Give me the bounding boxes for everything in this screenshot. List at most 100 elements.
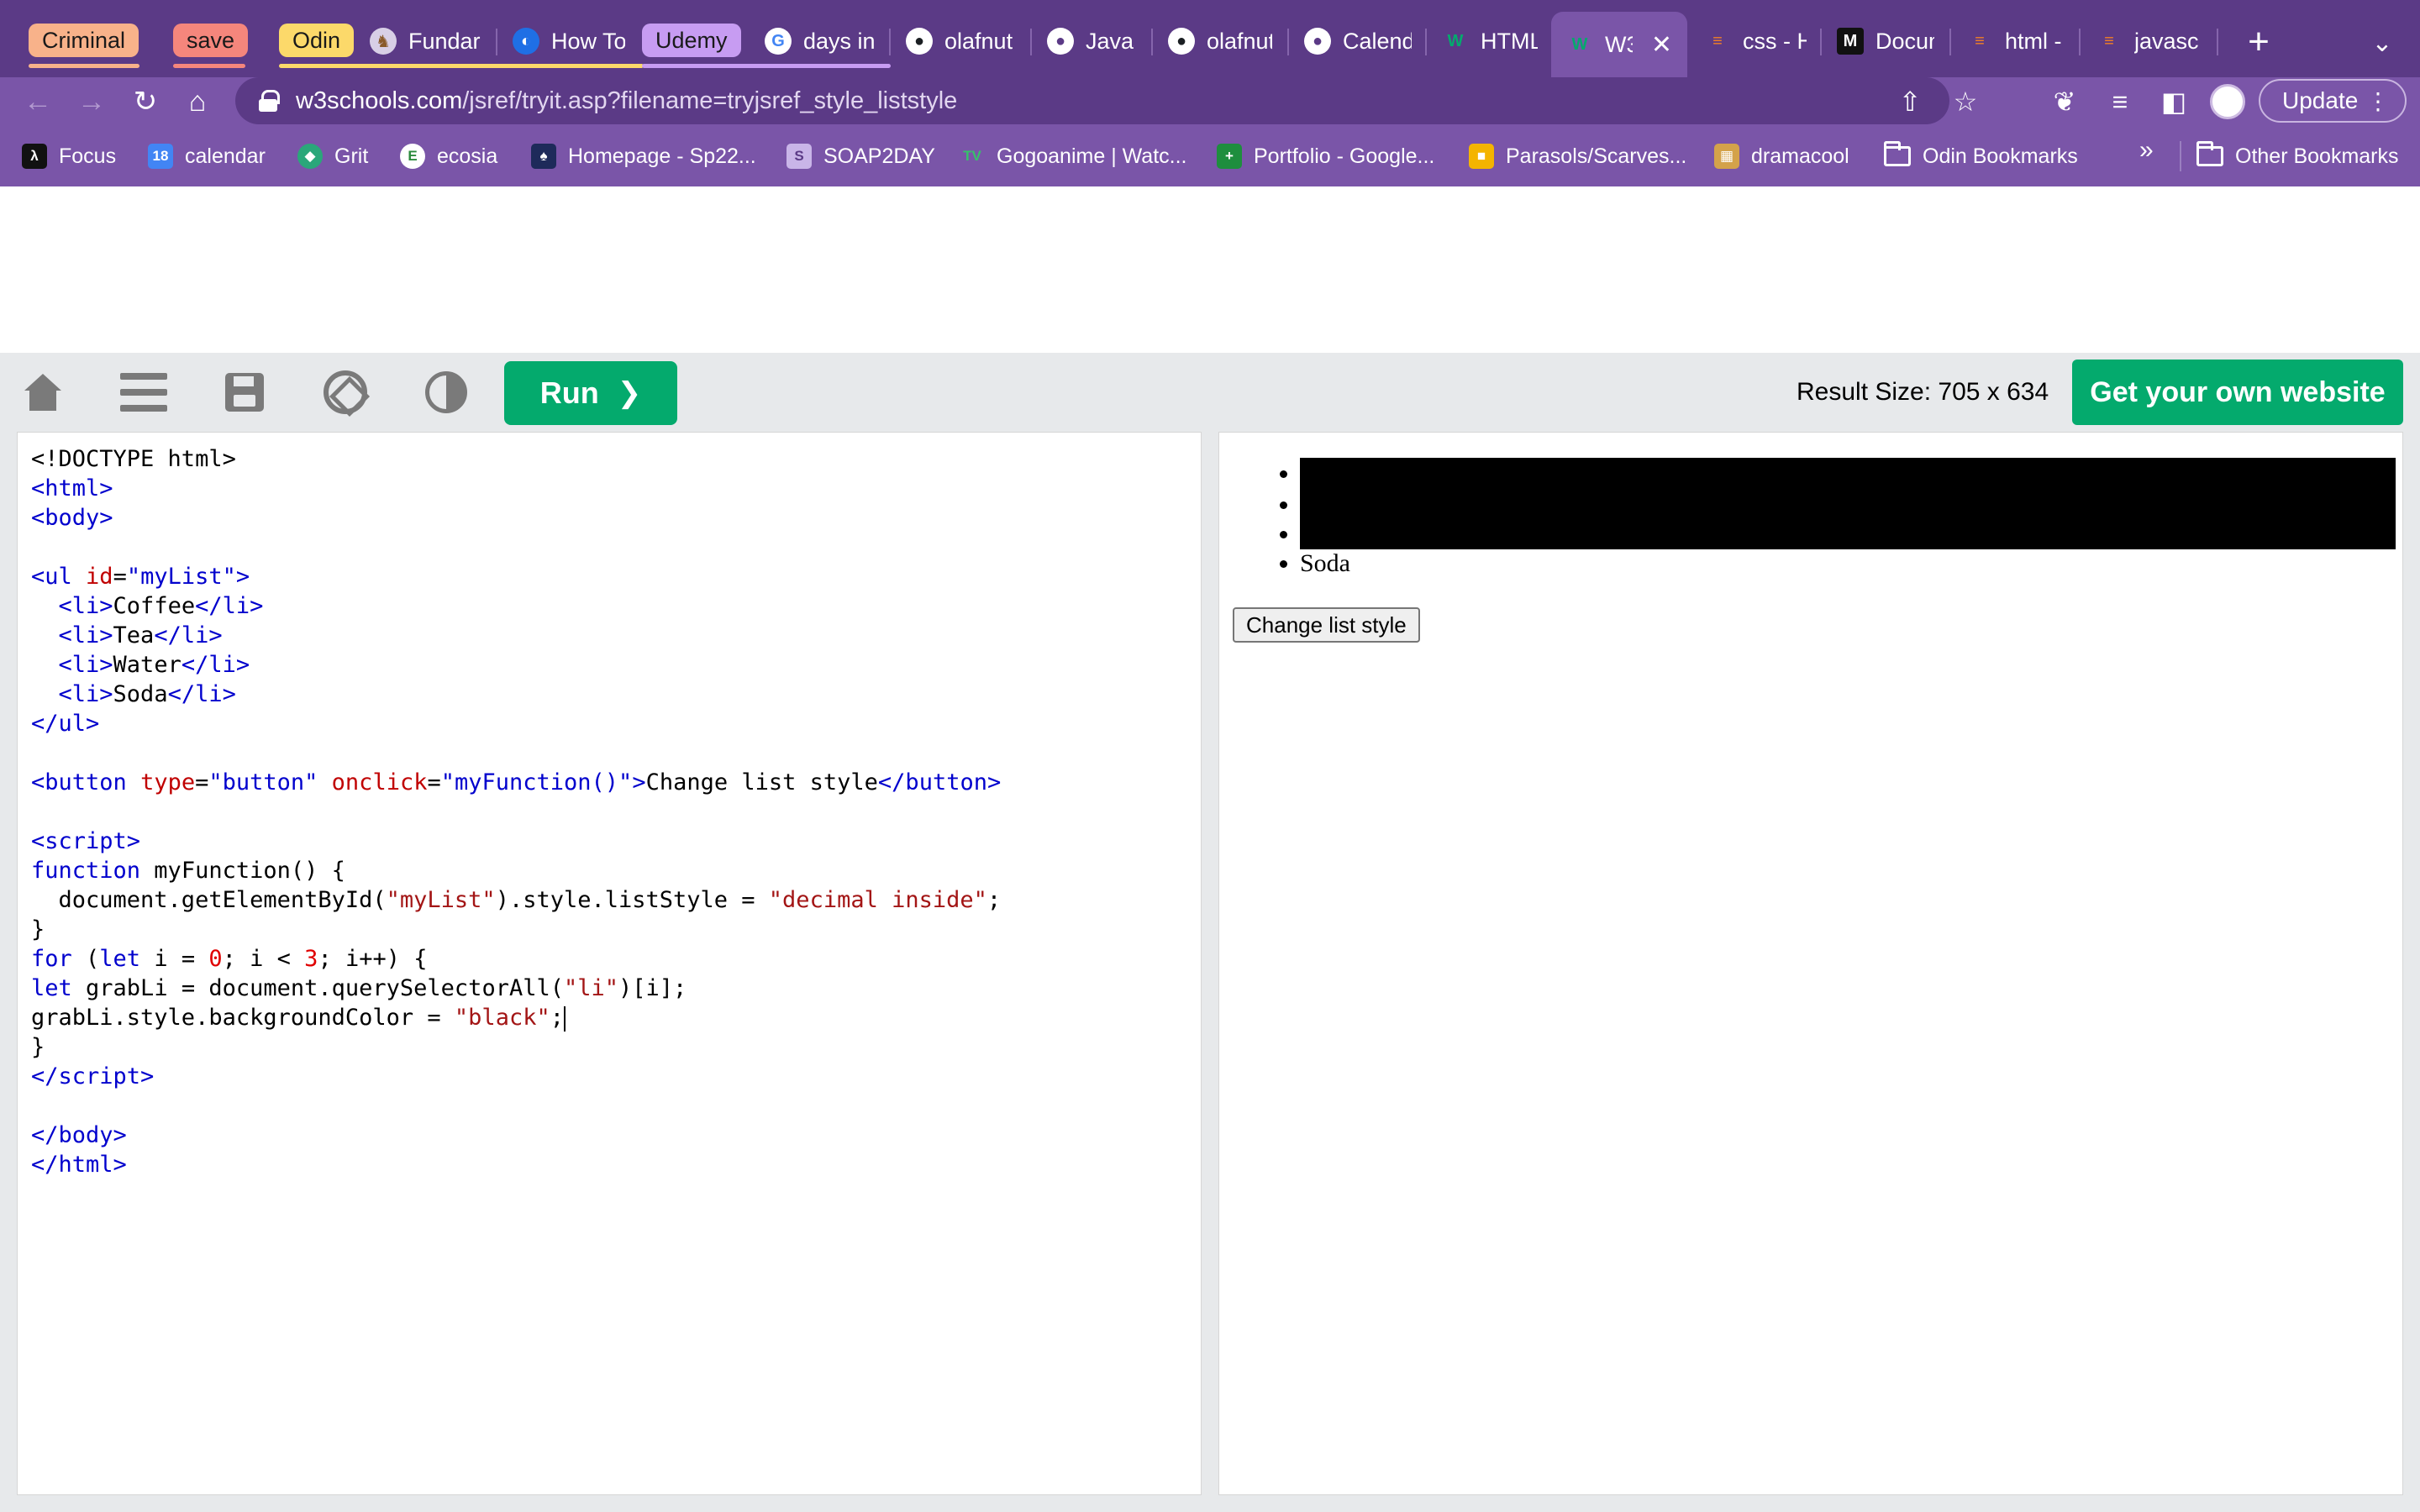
bookmark-folder-other[interactable]: Other Bookmarks [2196, 139, 2399, 173]
tab-docum[interactable]: M Docum [1822, 17, 1949, 66]
address-bar[interactable]: w3schools.com/jsref/tryit.asp?filename=t… [235, 77, 1977, 124]
reading-list-button[interactable]: ≡ [2099, 81, 2141, 123]
bookmark-portfolio[interactable]: + Portfolio - Google... [1217, 139, 1434, 173]
update-button[interactable]: Update ⋮ [2259, 79, 2407, 123]
forward-button[interactable]: → [71, 81, 113, 123]
code-line: grabLi.style.backgroundColor = "black"; [31, 1005, 566, 1032]
extensions-button[interactable]: ❦ [2044, 81, 2086, 123]
rotate-layout-button[interactable] [319, 366, 371, 418]
bookmark-ecosia[interactable]: E ecosia [400, 139, 497, 173]
tab-title: css - H [1743, 28, 1807, 54]
list-item-coffee: Coffee [1300, 458, 2396, 491]
tab-github-olafnut[interactable]: ● olafnut [891, 17, 1032, 66]
change-list-style-button[interactable]: Change list style [1233, 607, 1420, 643]
reload-button[interactable]: ↻ [124, 81, 166, 123]
bookmark-label: Grit [334, 144, 369, 168]
bookmark-label: calendar [185, 144, 266, 168]
tab-css[interactable]: ≡ css - H [1689, 17, 1822, 66]
tab-group-udemy[interactable]: Udemy [642, 24, 741, 57]
tab-days-in[interactable]: G days in [750, 17, 891, 66]
bookmark-focus[interactable]: λ Focus [22, 139, 116, 173]
folder-icon [1884, 141, 1911, 166]
code-line: } [31, 916, 45, 942]
bookmark-label: ecosia [437, 144, 498, 168]
google-sheets-icon: + [1217, 144, 1242, 169]
bookmark-gogoanime[interactable]: TV Gogoanime | Watc... [960, 139, 1186, 173]
tab-how-to[interactable]: ◐ How To [497, 17, 640, 66]
tab-group-odin[interactable]: Odin [279, 24, 355, 57]
home-button[interactable] [17, 366, 69, 418]
code-content[interactable]: <!DOCTYPE html> <html> <body> <ul id="myLi… [31, 444, 1001, 1179]
bookmark-label: Portfolio - Google... [1254, 144, 1435, 168]
menu-button[interactable] [118, 366, 170, 418]
digitalocean-icon: ◐ [513, 28, 539, 55]
bookmark-grit[interactable]: ◆ Grit [297, 139, 368, 173]
tab-search-button[interactable]: ⌄ [2361, 22, 2403, 64]
get-your-own-website-button[interactable]: Get your own website [2072, 360, 2403, 425]
back-button[interactable]: ← [17, 81, 59, 123]
code-line: <button type="button" onclick="myFunctio… [31, 769, 1002, 795]
code-line: for (let i = 0; i < 3; i++) { [31, 946, 428, 972]
code-line: } [31, 1034, 45, 1060]
list-item-water: Water [1300, 518, 2396, 549]
tab-title: W3 [1605, 31, 1633, 57]
github-icon: ● [906, 28, 933, 55]
bookmark-parasols[interactable]: ■ Parasols/Scarves... [1469, 139, 1686, 173]
tab-group-save[interactable]: save [173, 24, 249, 57]
arrow-left-icon: ← [24, 85, 52, 118]
url-path: /jsref/tryit.asp?filename=tryjsref_style… [462, 87, 958, 114]
tab-html-so[interactable]: ≡ html - [1951, 17, 2077, 66]
tab-fundamentals[interactable]: ♞ Fundar [355, 17, 496, 66]
tab-javascript[interactable]: ● Javasc [1032, 17, 1150, 66]
tab-title: HTML [1481, 28, 1538, 54]
tab-calendar[interactable]: ● Calend [1289, 17, 1427, 66]
bookmark-label: Homepage - Sp22... [568, 144, 756, 168]
share-button[interactable]: ⇧ [1889, 81, 1931, 123]
dark-mode-button[interactable] [420, 366, 472, 418]
tab-group-criminal[interactable]: Criminal [29, 24, 139, 57]
tab-javascript-so[interactable]: ≡ javasc [2081, 17, 2217, 66]
profile-avatar[interactable] [2210, 84, 2245, 119]
close-icon[interactable]: ✕ [1651, 30, 1672, 60]
code-line: </ul> [31, 711, 100, 737]
new-tab-button[interactable]: + [2235, 18, 2282, 66]
tab-title: html - [2005, 28, 2062, 54]
tab-title: javasc [2134, 28, 2199, 54]
home-button[interactable]: ⌂ [176, 81, 218, 123]
tab-html[interactable]: W HTML [1427, 17, 1553, 66]
tab-group-label: Odin [292, 27, 341, 53]
grit-icon: ◆ [297, 144, 323, 169]
tab-strip: Criminal save Odin ♞ Fundar ◐ How To Ude… [0, 0, 2420, 77]
run-button[interactable]: Run ❯ [504, 361, 677, 425]
tab-w3-active[interactable]: W W3 ✕ [1551, 12, 1687, 77]
mdn-icon: M [1837, 28, 1864, 55]
bookmark-dramacool[interactable]: ▦ dramacool [1714, 139, 1849, 173]
code-editor[interactable]: <!DOCTYPE html> <html> <body> <ul id="myLi… [17, 432, 1202, 1495]
github-icon: ● [1168, 28, 1195, 55]
tab-title: Docum [1876, 28, 1934, 54]
bookmark-calendar[interactable]: 18 calendar [148, 139, 266, 173]
folder-icon [2196, 141, 2223, 166]
update-label: Update [2282, 87, 2359, 113]
bookmark-label: SOAP2DAY [823, 144, 935, 168]
side-panel-button[interactable]: ◧ [2153, 81, 2195, 123]
tab-group-label: Udemy [655, 27, 728, 53]
text-cursor [563, 1005, 566, 1032]
code-line: let grabLi = document.querySelectorAll("… [31, 975, 687, 1001]
focus-icon: λ [22, 144, 47, 169]
lock-icon [259, 90, 280, 112]
tab-github-olafnut-2[interactable]: ● olafnut [1153, 17, 1287, 66]
more-bookmarks-chevron-icon[interactable]: » [2139, 136, 2154, 165]
bookmark-homepage[interactable]: ♠ Homepage - Sp22... [531, 139, 756, 173]
bookmark-folder-odin[interactable]: Odin Bookmarks [1884, 139, 2078, 173]
bookmark-soap2day[interactable]: S SOAP2DAY [786, 139, 935, 173]
bookmark-star-button[interactable]: ☆ [1944, 81, 1986, 123]
stackoverflow-icon: ≡ [1975, 31, 1985, 50]
google-icon: G [765, 28, 792, 55]
globe-icon: ● [1304, 28, 1331, 55]
save-button[interactable] [218, 366, 271, 418]
bookmark-label: Odin Bookmarks [1923, 144, 2078, 168]
tab-group-underline [29, 64, 139, 68]
